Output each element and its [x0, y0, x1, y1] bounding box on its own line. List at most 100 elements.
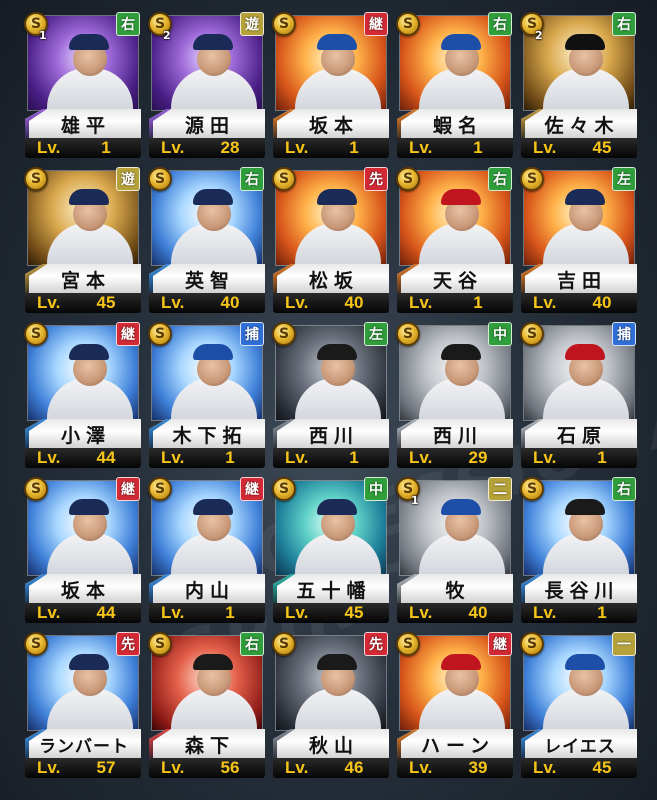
player-card-6[interactable]: S 遊 宮本 Lv. 45 — [24, 167, 142, 313]
rarity-s-coin-icon: S — [272, 167, 296, 191]
player-card-19[interactable]: S 1 二 牧 Lv. 40 — [396, 477, 514, 623]
level-bar: Lv. 40 — [521, 293, 637, 313]
player-card-4[interactable]: S 右 蝦名 Lv. 1 — [396, 12, 514, 158]
player-card-7[interactable]: S 右 英智 Lv. 40 — [148, 167, 266, 313]
player-card-8[interactable]: S 先 松坂 Lv. 40 — [272, 167, 390, 313]
player-name: 西川 — [432, 424, 483, 447]
name-plate: ランバート — [25, 729, 141, 759]
level-bar: Lv. 1 — [397, 138, 513, 158]
name-plate: レイエス — [521, 729, 637, 759]
player-card-12[interactable]: S 捕 木下拓 Lv. 1 — [148, 322, 266, 468]
position-badge: 右 — [612, 12, 636, 36]
player-card-1[interactable]: S 1 右 雄平 Lv. 1 — [24, 12, 142, 158]
player-card-22[interactable]: S 右 森下 Lv. 56 — [148, 632, 266, 778]
rarity-s-coin-icon: S — [396, 167, 420, 191]
player-card-24[interactable]: S 継 ハーン Lv. 39 — [396, 632, 514, 778]
player-card-15[interactable]: S 捕 石原 Lv. 1 — [520, 322, 638, 468]
rank-number: 2 — [535, 29, 543, 42]
rarity-s-coin-icon: S — [24, 322, 48, 346]
position-badge: 遊 — [240, 12, 264, 36]
level-value: 1 — [349, 138, 359, 157]
level-value: 56 — [220, 758, 240, 777]
level-bar: Lv. 45 — [25, 293, 141, 313]
rank-number: 1 — [411, 494, 419, 507]
player-card-3[interactable]: S 継 坂本 Lv. 1 — [272, 12, 390, 158]
player-card-20[interactable]: S 右 長谷川 Lv. 1 — [520, 477, 638, 623]
player-card-25[interactable]: S 一 レイエス Lv. 45 — [520, 632, 638, 778]
level-label: Lv. — [161, 758, 185, 777]
rarity-s-coin-icon: S — [520, 632, 544, 656]
player-name: 五十幡 — [296, 579, 372, 602]
name-plate: ハーン — [397, 729, 513, 759]
level-bar: Lv. 45 — [521, 138, 637, 158]
level-bar: Lv. 1 — [521, 448, 637, 468]
name-plate: 内山 — [149, 574, 265, 604]
level-bar: Lv. 39 — [397, 758, 513, 778]
player-card-17[interactable]: S 継 内山 Lv. 1 — [148, 477, 266, 623]
level-label: Lv. — [161, 293, 185, 312]
coin-letter: S — [402, 636, 414, 652]
player-card-21[interactable]: S 先 ランバート Lv. 57 — [24, 632, 142, 778]
player-name: レイエス — [544, 736, 616, 757]
name-plate: 坂本 — [25, 574, 141, 604]
level-bar: Lv. 1 — [273, 138, 389, 158]
level-value: 1 — [473, 293, 483, 312]
player-card-5[interactable]: S 2 右 佐々木 Lv. 45 — [520, 12, 638, 158]
name-plate: 森下 — [149, 729, 265, 759]
name-plate: 西川 — [273, 419, 389, 449]
level-value: 1 — [349, 448, 359, 467]
coin-letter: S — [278, 16, 290, 32]
position-badge: 中 — [488, 322, 512, 346]
coin-letter: S — [154, 481, 166, 497]
player-name: 源田 — [184, 114, 235, 137]
level-label: Lv. — [533, 138, 557, 157]
coin-letter: S — [30, 481, 42, 497]
position-badge: 左 — [612, 167, 636, 191]
player-card-grid: S 1 右 雄平 Lv. 1 S 2 遊 源田 Lv. 28 S 継 坂本 Lv… — [24, 12, 638, 778]
rarity-s-coin-icon: S — [520, 322, 544, 346]
level-bar: Lv. 40 — [397, 603, 513, 623]
player-card-18[interactable]: S 中 五十幡 Lv. 45 — [272, 477, 390, 623]
player-card-16[interactable]: S 継 坂本 Lv. 44 — [24, 477, 142, 623]
level-label: Lv. — [409, 138, 433, 157]
position-badge: 先 — [364, 632, 388, 656]
level-value: 46 — [344, 758, 364, 777]
coin-letter: S — [30, 636, 42, 652]
player-card-14[interactable]: S 中 西川 Lv. 29 — [396, 322, 514, 468]
level-value: 40 — [344, 293, 364, 312]
player-card-9[interactable]: S 右 天谷 Lv. 1 — [396, 167, 514, 313]
player-card-10[interactable]: S 左 吉田 Lv. 40 — [520, 167, 638, 313]
level-value: 45 — [592, 758, 612, 777]
coin-letter: S — [278, 171, 290, 187]
level-label: Lv. — [161, 603, 185, 622]
level-value: 1 — [225, 448, 235, 467]
level-label: Lv. — [285, 293, 309, 312]
level-label: Lv. — [533, 293, 557, 312]
level-value: 45 — [592, 138, 612, 157]
level-value: 1 — [597, 448, 607, 467]
level-label: Lv. — [285, 448, 309, 467]
level-bar: Lv. 1 — [397, 293, 513, 313]
level-value: 1 — [473, 138, 483, 157]
level-label: Lv. — [37, 758, 61, 777]
level-label: Lv. — [37, 448, 61, 467]
position-badge: 二 — [488, 477, 512, 501]
level-bar: Lv. 45 — [273, 603, 389, 623]
name-plate: 雄平 — [25, 109, 141, 139]
rarity-s-coin-icon: S — [148, 632, 172, 656]
name-plate: 小澤 — [25, 419, 141, 449]
player-card-23[interactable]: S 先 秋山 Lv. 46 — [272, 632, 390, 778]
player-card-11[interactable]: S 継 小澤 Lv. 44 — [24, 322, 142, 468]
position-badge: 継 — [116, 322, 140, 346]
level-label: Lv. — [409, 448, 433, 467]
position-badge: 右 — [612, 477, 636, 501]
level-bar: Lv. 46 — [273, 758, 389, 778]
name-plate: 佐々木 — [521, 109, 637, 139]
rarity-s-coin-icon: S — [24, 477, 48, 501]
rarity-s-coin-icon: S — [272, 12, 296, 36]
player-card-13[interactable]: S 左 西川 Lv. 1 — [272, 322, 390, 468]
player-name: ハーン — [420, 734, 496, 757]
position-badge: 右 — [488, 12, 512, 36]
player-card-2[interactable]: S 2 遊 源田 Lv. 28 — [148, 12, 266, 158]
player-name: 英智 — [184, 269, 235, 292]
